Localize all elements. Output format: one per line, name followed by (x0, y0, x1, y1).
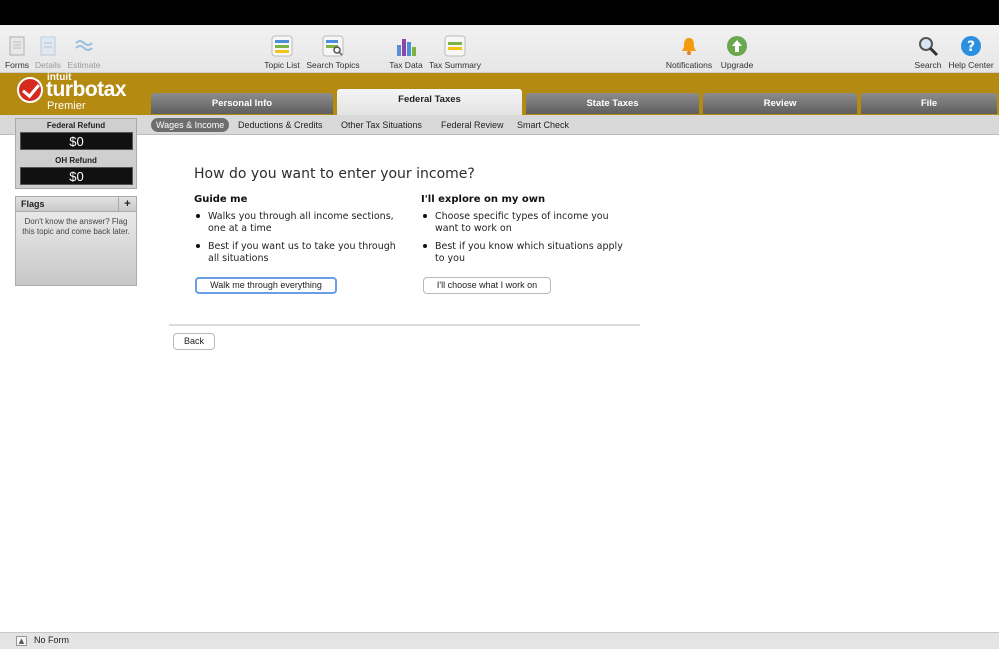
notifications-button[interactable]: Notifications (663, 25, 715, 73)
tax-summary-label: Tax Summary (429, 60, 481, 70)
explore-column: I'll explore on my own Choose specific t… (421, 194, 631, 271)
help-center-button[interactable]: ? Help Center (946, 25, 996, 73)
explore-bullet: Best if you know which situations apply … (421, 241, 631, 265)
search-topics-button[interactable]: Search Topics (305, 25, 361, 73)
tab-federal-taxes[interactable]: Federal Taxes (337, 89, 522, 115)
tax-summary-button[interactable]: Tax Summary (428, 25, 482, 73)
flags-panel: Flags + Don't know the answer? Flag this… (15, 196, 137, 286)
upgrade-label: Upgrade (720, 60, 754, 70)
guide-me-column: Guide me Walks you through all income se… (194, 194, 404, 271)
guide-me-title: Guide me (194, 194, 248, 205)
details-button[interactable]: Details (34, 25, 62, 73)
current-form-label: No Form (34, 635, 70, 645)
choose-what-i-work-on-button[interactable]: I'll choose what I work on (423, 277, 551, 294)
subnav-other-tax-situations[interactable]: Other Tax Situations (336, 118, 427, 132)
estimate-label: Estimate (67, 60, 101, 70)
flags-help-text: Don't know the answer? Flag this topic a… (22, 217, 130, 236)
forms-button[interactable]: Forms (4, 25, 30, 73)
add-flag-button[interactable]: + (118, 197, 136, 211)
guide-bullet: Walks you through all income sections, o… (194, 211, 404, 235)
sub-navigation: Wages & Income Deductions & Credits Othe… (0, 115, 999, 135)
subnav-deductions-credits[interactable]: Deductions & Credits (233, 118, 328, 132)
tab-state-taxes[interactable]: State Taxes (526, 93, 699, 114)
estimate-button[interactable]: Estimate (66, 25, 102, 73)
upgrade-arrow-icon (726, 35, 748, 57)
checkmark-logo-icon (17, 77, 43, 103)
svg-text:?: ? (967, 39, 975, 55)
page-title: How do you want to enter your income? (194, 166, 475, 182)
back-button[interactable]: Back (173, 333, 215, 350)
turbotax-logo: intuit turbotax Premier (17, 72, 147, 115)
bell-icon (678, 35, 700, 57)
flags-title: Flags (21, 199, 45, 209)
tab-file[interactable]: File (861, 93, 997, 114)
subnav-wages-income[interactable]: Wages & Income (151, 118, 230, 132)
tax-data-label: Tax Data (389, 60, 423, 70)
topic-list-button[interactable]: Topic List (262, 25, 302, 73)
subnav-federal-review[interactable]: Federal Review (436, 118, 509, 132)
status-bar: ▲ No Form (0, 632, 999, 649)
details-label: Details (35, 60, 61, 70)
search-topics-icon (322, 35, 344, 57)
refund-panel: Federal Refund $0 OH Refund $0 (15, 118, 137, 189)
window-title-bar (0, 0, 999, 25)
explore-bullet: Choose specific types of income you want… (421, 211, 631, 235)
upgrade-button[interactable]: Upgrade (718, 25, 756, 73)
walk-me-through-button[interactable]: Walk me through everything (195, 277, 337, 294)
tax-summary-icon (444, 35, 466, 57)
state-refund-label: OH Refund (55, 156, 97, 165)
expand-forms-arrow-icon[interactable]: ▲ (16, 636, 27, 646)
topic-list-label: Topic List (264, 60, 300, 70)
logo-name: turbotax (46, 78, 127, 101)
subnav-smart-check[interactable]: Smart Check (512, 118, 574, 132)
search-button[interactable]: Search (912, 25, 944, 73)
forms-icon (6, 35, 28, 57)
tax-data-button[interactable]: Tax Data (388, 25, 424, 73)
estimate-icon (73, 35, 95, 57)
help-icon: ? (960, 35, 982, 57)
content-divider (169, 324, 640, 326)
details-icon (37, 35, 59, 57)
flags-header: Flags + (16, 197, 136, 212)
tab-personal-info[interactable]: Personal Info (151, 93, 333, 114)
toolbar: Forms Details Estimate Topic List Search… (0, 25, 999, 73)
federal-refund-label: Federal Refund (46, 121, 106, 130)
help-center-label: Help Center (948, 60, 994, 70)
search-topics-label: Search Topics (306, 60, 360, 70)
tax-data-icon (395, 35, 417, 57)
search-label: Search (914, 60, 942, 70)
federal-refund-amount[interactable]: $0 (20, 132, 133, 150)
explore-title: I'll explore on my own (421, 194, 546, 205)
topic-list-icon (271, 35, 293, 57)
guide-bullet: Best if you want us to take you through … (194, 241, 404, 265)
tab-review[interactable]: Review (703, 93, 857, 114)
state-refund-amount[interactable]: $0 (20, 167, 133, 185)
logo-edition: Premier (47, 100, 86, 112)
notifications-label: Notifications (665, 60, 713, 70)
search-icon (917, 35, 939, 57)
forms-label: Forms (4, 60, 30, 70)
